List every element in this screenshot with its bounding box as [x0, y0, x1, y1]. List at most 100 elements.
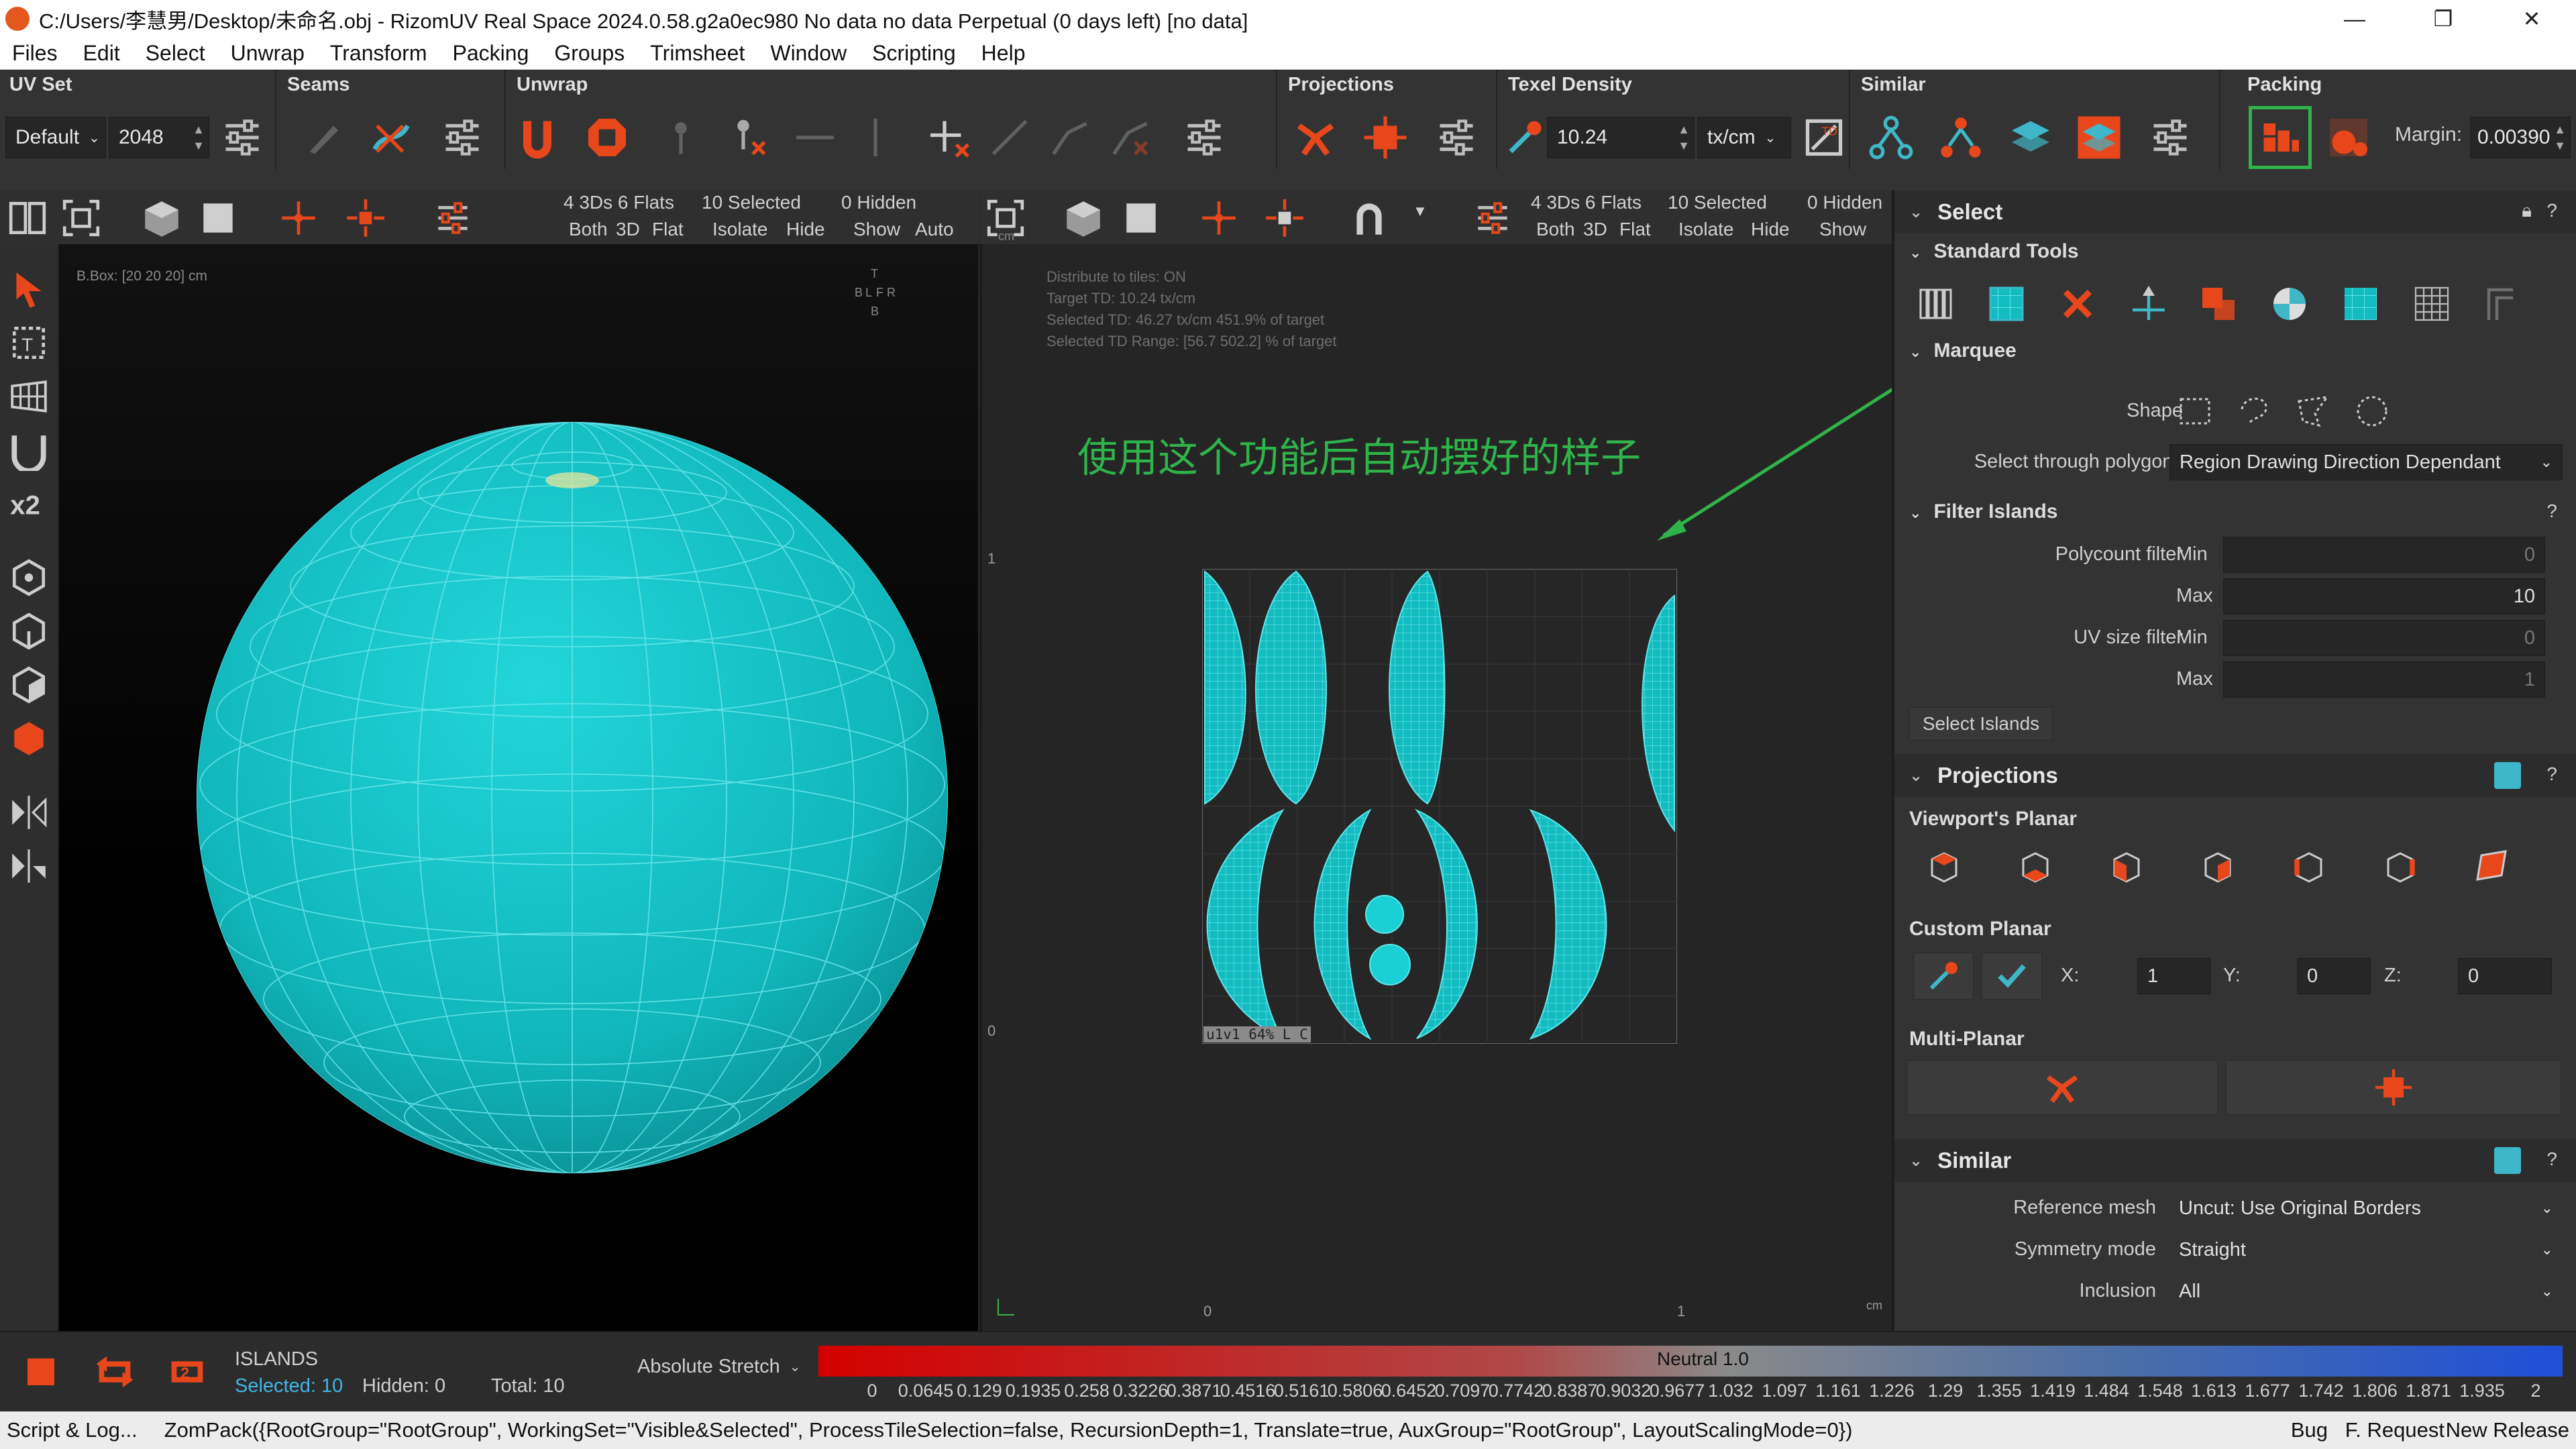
edge-mode-icon[interactable] — [5, 608, 52, 655]
curve-remove-icon[interactable] — [1104, 111, 1157, 164]
select-islands-button[interactable]: Select Islands — [1909, 707, 2053, 741]
stack-similar-icon[interactable] — [1935, 111, 1987, 164]
isolate-button[interactable]: Isolate — [1678, 219, 1734, 240]
align-vertical-icon[interactable] — [849, 111, 902, 164]
flat-square-icon[interactable] — [1118, 195, 1165, 241]
standard-tools-header[interactable]: ⌄ Standard Tools — [1909, 240, 2079, 263]
align-horizontal-icon[interactable] — [789, 111, 841, 164]
flat-button[interactable]: Flat — [652, 219, 684, 240]
rect-marquee-icon[interactable] — [2168, 388, 2222, 435]
both-button[interactable]: Both — [1536, 219, 1575, 240]
cut-seams-icon[interactable] — [365, 111, 417, 164]
island-mode-icon[interactable] — [5, 715, 52, 762]
view-cube-right[interactable]: R — [887, 286, 896, 300]
planar-top-icon[interactable] — [1917, 839, 1971, 892]
planar-right-icon[interactable] — [2373, 839, 2427, 892]
menu-files[interactable]: Files — [0, 41, 71, 66]
set-texel-density-icon[interactable]: TD — [1798, 111, 1850, 164]
polycount-max-field[interactable]: 10 — [2223, 578, 2545, 614]
menu-scripting[interactable]: Scripting — [860, 41, 969, 66]
seam-pen-icon[interactable] — [298, 111, 350, 164]
inclusion-dropdown[interactable]: All ⌄ — [2169, 1273, 2563, 1309]
gather-icon[interactable] — [1195, 195, 1242, 241]
pin-icon[interactable] — [655, 111, 707, 164]
menu-window[interactable]: Window — [758, 41, 860, 66]
similar-settings-icon[interactable] — [2144, 111, 2196, 164]
unwrap-icon[interactable] — [511, 111, 564, 164]
texel-density-field[interactable]: 10.24 ▲ ▼ — [1547, 117, 1695, 158]
marquee-header[interactable]: ⌄ Marquee — [1909, 339, 2017, 362]
select-sphere-icon[interactable] — [2259, 274, 2320, 334]
similar-help-button[interactable]: ? — [2546, 1148, 2557, 1170]
select-grid-alt-icon[interactable] — [2402, 274, 2462, 334]
custom-planar-pick-icon[interactable] — [1913, 953, 1974, 1000]
view-cube-front[interactable]: F — [876, 286, 883, 300]
unfold-icon[interactable] — [5, 427, 52, 474]
lock-icon[interactable] — [2494, 1147, 2521, 1174]
mesh-grid-icon[interactable] — [5, 373, 52, 420]
select-grid-icon[interactable] — [2330, 274, 2391, 334]
spinner-icon[interactable]: ▲ ▼ — [2554, 121, 2566, 154]
box-projection-button[interactable] — [2226, 1060, 2561, 1115]
both-button[interactable]: Both — [569, 219, 608, 240]
circle-marquee-icon[interactable] — [2345, 388, 2399, 435]
optimize-icon[interactable] — [581, 111, 633, 164]
select-boundary-icon[interactable] — [2473, 274, 2533, 334]
unpin-icon[interactable] — [722, 111, 774, 164]
lock-icon[interactable] — [2494, 762, 2521, 789]
select-columns-icon[interactable] — [1907, 274, 1967, 334]
resolution-field[interactable]: 2048 ▲ ▼ — [109, 117, 209, 158]
frame-icon[interactable] — [58, 195, 105, 241]
feature-request-button[interactable]: F. Request — [2345, 1418, 2445, 1442]
stop-icon[interactable] — [15, 1346, 67, 1398]
spread-icon[interactable] — [1261, 195, 1308, 241]
select-arrow-icon[interactable] — [5, 266, 52, 313]
margin-field[interactable]: 0.00390 ▲ ▼ — [2470, 117, 2571, 158]
diagonal-icon[interactable] — [983, 111, 1036, 164]
select-through-dropdown[interactable]: Region Drawing Direction Dependant ⌄ — [2169, 444, 2563, 480]
spinner-icon[interactable]: ▲ ▼ — [1678, 121, 1690, 154]
layers-stacked-icon[interactable] — [2073, 111, 2125, 164]
planar-left-icon[interactable] — [2282, 839, 2336, 892]
chevron-down-icon[interactable]: ▼ — [1413, 203, 1428, 220]
menu-groups[interactable]: Groups — [542, 41, 638, 66]
menu-edit[interactable]: Edit — [71, 41, 133, 66]
viewport-3d[interactable]: B.Box: [20 20 20] cm T B L F R B — [59, 244, 978, 1331]
viewport-uv[interactable]: Distribute to tiles: ON Target TD: 10.24… — [979, 244, 1892, 1331]
polygon-marquee-icon[interactable] — [2286, 388, 2340, 435]
menu-select[interactable]: Select — [133, 41, 219, 66]
fit-pack-icon[interactable] — [2322, 111, 2375, 164]
uv-tile[interactable] — [1202, 569, 1677, 1044]
projections-section-header[interactable]: ⌄ Projections — [1894, 754, 2576, 797]
sphere-mesh[interactable] — [193, 419, 951, 1177]
cube-3d-icon[interactable] — [1060, 195, 1107, 241]
polygon-mode-icon[interactable] — [5, 661, 52, 708]
spread-icon[interactable] — [342, 195, 389, 241]
select-similar-icon[interactable] — [1865, 111, 1917, 164]
menu-packing[interactable]: Packing — [441, 41, 543, 66]
uvset-settings-icon[interactable] — [216, 111, 268, 164]
select-section-header[interactable]: ⌄ Select — [1894, 191, 2576, 233]
close-button[interactable]: ✕ — [2487, 0, 2576, 38]
lock-icon[interactable]: 🔒︎ — [2522, 200, 2532, 222]
lasso-marquee-icon[interactable] — [2227, 388, 2281, 435]
uv-size-min-field[interactable]: 0 — [2223, 620, 2545, 656]
planar-camera-icon[interactable] — [2465, 839, 2518, 892]
new-release-button[interactable]: New Release — [2446, 1418, 2569, 1442]
menu-unwrap[interactable]: Unwrap — [219, 41, 318, 66]
auto-button[interactable]: Auto — [915, 219, 954, 240]
custom-z-field[interactable]: 0 — [2458, 958, 2552, 994]
menu-help[interactable]: Help — [969, 41, 1039, 66]
texel-unit-dropdown[interactable]: tx/cm ⌄ — [1697, 117, 1791, 158]
maximize-button[interactable]: ❐ — [2399, 0, 2487, 38]
mirror-icon[interactable] — [5, 789, 52, 836]
split-view-icon[interactable] — [4, 195, 51, 241]
magnet-icon[interactable] — [1346, 195, 1393, 241]
straighten-icon[interactable] — [923, 111, 975, 164]
planar-bottom-icon[interactable] — [2008, 839, 2062, 892]
deselect-icon[interactable] — [2047, 274, 2108, 334]
spinner-icon[interactable]: ▲ ▼ — [193, 121, 205, 154]
stretch-mode-dropdown[interactable]: Absolute Stretch ⌄ — [637, 1350, 801, 1383]
uvset-dropdown[interactable]: Default ⌄ — [5, 117, 106, 158]
bug-button[interactable]: Bug — [2291, 1418, 2328, 1442]
